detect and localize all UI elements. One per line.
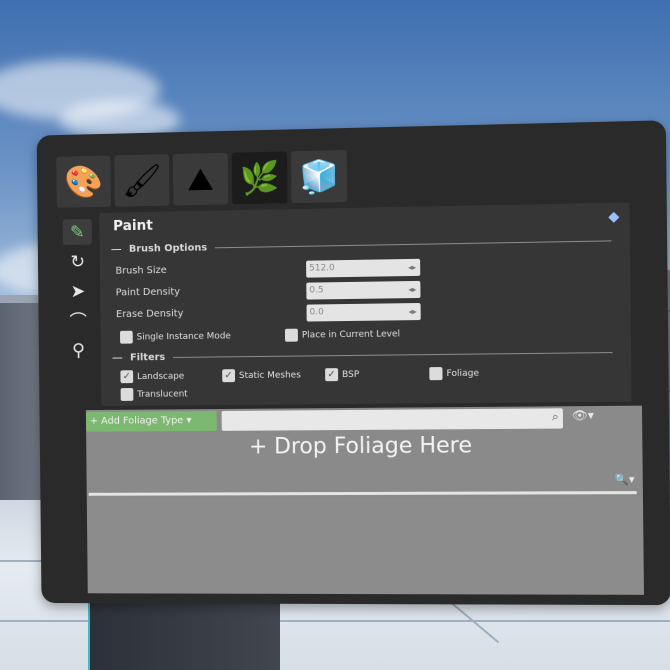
brush-size-value: 512.0 bbox=[309, 263, 335, 274]
paint-density-value: 0.5 bbox=[309, 285, 324, 296]
fill-mode-icon: ⚲ bbox=[72, 339, 85, 361]
foliage-search-input[interactable]: ⌕ bbox=[221, 408, 564, 431]
drop-foliage-target[interactable]: + Drop Foliage Here bbox=[86, 432, 642, 460]
foliage-type-list: + Add Foliage Type ▾ ⌕ 👁▾ + Drop Foliage… bbox=[85, 405, 644, 595]
checkbox-box bbox=[119, 330, 133, 344]
checkbox-box bbox=[284, 328, 298, 342]
erase-density-label: Erase Density bbox=[115, 308, 184, 321]
translucent-filter-label: Translucent bbox=[137, 388, 188, 400]
check-icon: ✓ bbox=[120, 370, 134, 384]
foliage-details-area bbox=[86, 497, 644, 595]
translucent-filter-checkbox[interactable]: Translucent bbox=[120, 387, 188, 401]
reapply-mode-icon: ↻ bbox=[70, 251, 85, 272]
single-instance-checkbox[interactable]: Single Instance Mode bbox=[119, 329, 231, 344]
landscape-filter-label: Landscape bbox=[136, 371, 185, 382]
select-mode-icon: ➤ bbox=[70, 280, 86, 302]
paint-density-field[interactable]: 0.5 ◂▸ bbox=[306, 280, 421, 300]
static-meshes-filter-checkbox[interactable]: ✓ Static Meshes bbox=[222, 368, 301, 383]
search-icon: ⌕ bbox=[551, 409, 559, 424]
foliage-tool-sidebar: ✎ ↻ ➤ ⌒ ⚲ bbox=[62, 218, 97, 367]
foliage-mode-panel: 🎨 🖌 ⛰ 🌿 🧊 ✎ ↻ ➤ ⌒ ⚲ Paint ◆ Brush Option… bbox=[36, 120, 670, 606]
checkbox-box bbox=[120, 388, 134, 401]
paint-icon: 🖌 bbox=[121, 161, 162, 200]
reapply-tool-button[interactable]: ↻ bbox=[63, 248, 92, 274]
fill-tool-button[interactable]: ⚲ bbox=[64, 337, 93, 363]
place-in-level-checkbox[interactable]: Place in Current Level bbox=[284, 327, 401, 342]
bsp-filter-checkbox[interactable]: ✓ BSP bbox=[325, 368, 360, 382]
landscape-mode-button[interactable]: ⛰ bbox=[172, 152, 229, 206]
paint-mode-icon: ✎ bbox=[69, 221, 85, 243]
paint-mode-button[interactable]: 🖌 bbox=[114, 154, 170, 207]
single-instance-label: Single Instance Mode bbox=[136, 330, 231, 343]
brush-size-label: Brush Size bbox=[115, 264, 167, 277]
select-tool-button[interactable]: ➤ bbox=[63, 278, 92, 304]
view-options-icon[interactable]: 👁▾ bbox=[572, 408, 594, 422]
static-meshes-filter-label: Static Meshes bbox=[238, 369, 301, 381]
foliage-filter-label: Foliage bbox=[446, 368, 480, 379]
editor-mode-toolbar: 🎨 🖌 ⛰ 🌿 🧊 bbox=[56, 150, 348, 208]
brush-options-header[interactable]: Brush Options bbox=[111, 235, 612, 255]
foliage-icon: 🌿 bbox=[239, 158, 280, 198]
erase-density-value: 0.0 bbox=[309, 307, 324, 318]
checkbox-box bbox=[429, 367, 443, 381]
help-icon[interactable]: ◆ bbox=[608, 209, 619, 225]
paint-density-label: Paint Density bbox=[115, 286, 181, 299]
check-icon: ✓ bbox=[325, 368, 339, 382]
paint-tool-button[interactable]: ✎ bbox=[62, 218, 92, 246]
spinner-icon: ◂▸ bbox=[408, 307, 417, 317]
landscape-icon: ⛰ bbox=[187, 159, 214, 198]
brush-size-field[interactable]: 512.0 ◂▸ bbox=[306, 258, 421, 278]
filters-header[interactable]: Filters bbox=[112, 347, 613, 364]
add-foliage-type-button[interactable]: + Add Foliage Type ▾ bbox=[85, 411, 217, 432]
panel-title: Paint bbox=[113, 217, 153, 235]
landscape-filter-checkbox[interactable]: ✓ Landscape bbox=[120, 370, 185, 384]
place-in-level-label: Place in Current Level bbox=[301, 328, 401, 341]
filters-label: Filters bbox=[129, 352, 166, 364]
splitter[interactable] bbox=[88, 491, 637, 496]
lasso-tool-button[interactable]: ⌒ bbox=[64, 308, 93, 334]
spinner-icon: ◂▸ bbox=[408, 262, 417, 273]
foliage-mode-button[interactable]: 🌿 bbox=[231, 151, 288, 205]
zoom-icon[interactable]: 🔍▾ bbox=[615, 473, 635, 486]
place-mode-button[interactable]: 🎨 bbox=[56, 155, 111, 208]
place-icon: 🎨 bbox=[64, 162, 104, 201]
mesh-paint-mode-button[interactable]: 🧊 bbox=[291, 150, 348, 204]
spinner-icon: ◂▸ bbox=[408, 284, 417, 295]
bsp-filter-label: BSP bbox=[342, 369, 360, 380]
paint-settings-panel: Paint ◆ Brush Options Brush Size 512.0 ◂… bbox=[99, 202, 632, 407]
erase-density-field[interactable]: 0.0 ◂▸ bbox=[306, 302, 421, 322]
brush-options-label: Brush Options bbox=[128, 242, 208, 255]
foliage-filter-checkbox[interactable]: Foliage bbox=[429, 367, 479, 381]
check-icon: ✓ bbox=[222, 369, 236, 383]
lasso-mode-icon: ⌒ bbox=[69, 311, 88, 333]
mesh-paint-icon: 🧊 bbox=[299, 157, 340, 196]
